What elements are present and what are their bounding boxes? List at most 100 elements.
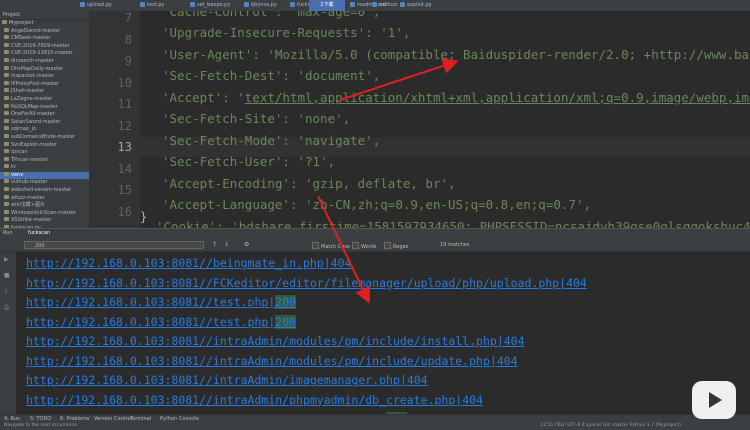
rerun-icon[interactable]: ▶	[4, 256, 11, 263]
tree-item[interactable]: NoSQLMap-master	[0, 103, 89, 112]
run-panel-header: Run fuckscan	[0, 228, 750, 240]
output-row[interactable]: http://192.168.0.103:8081//beingmate_in.…	[26, 256, 351, 270]
tree-item[interactable]: TPscan-master	[0, 156, 89, 165]
tree-item-label: tv	[11, 164, 16, 171]
code-line: 'Accept-Language': 'zh-CN,zh;q=0.9,en-US…	[162, 197, 591, 212]
run-panel-label: Run	[3, 230, 13, 236]
tree-item[interactable]: XSStrike-master	[0, 217, 89, 225]
folder-icon	[4, 42, 9, 47]
print-icon[interactable]: ⎙	[4, 304, 11, 311]
status-info: 13:55 CRLF UTF-8 4 spaces Git: master Py…	[540, 423, 682, 428]
tree-item[interactable]: wiki宝藏+图片	[0, 202, 89, 210]
line-number: 14	[117, 161, 132, 176]
editor-tab[interactable]: exploit.py	[400, 1, 432, 10]
tree-item[interactable]: vulhub-master	[0, 179, 89, 187]
tree-item[interactable]: SatanSword-master	[0, 118, 89, 127]
tree-item-label: wfuzz-master	[11, 194, 45, 201]
editor-tab[interactable]: upload.py	[80, 1, 112, 10]
tree-item-label: venv	[11, 171, 24, 178]
editor-tab[interactable]: bbynsa.py	[244, 1, 277, 10]
header-key: Sec-Fetch-Mode	[169, 132, 275, 148]
status-bar: Navigate to the next occurrence 13:55 CR…	[0, 423, 750, 430]
tree-item[interactable]: LaZagne-master	[0, 95, 89, 104]
tree-item[interactable]: OneForAll-master	[0, 111, 89, 119]
tree-item[interactable]: tv	[0, 164, 89, 172]
code-editor[interactable]: 'Cache-Control': 'max-age=0', 'Upgrade-In…	[140, 11, 750, 228]
tool-window-button[interactable]: Version Control	[94, 416, 132, 422]
stop-icon[interactable]: ■	[4, 272, 11, 279]
tool-window-button[interactable]: 4: Run	[4, 416, 20, 422]
tree-item[interactable]: inspacket-master	[0, 73, 89, 81]
header-key: Sec-Fetch-Dest	[169, 68, 275, 83]
find-options-icon[interactable]: ⚙	[244, 241, 249, 248]
status-code: 404	[566, 275, 587, 290]
header-key: Sec-Fetch-User	[169, 154, 275, 169]
closing-brace: }	[140, 210, 148, 224]
tree-item[interactable]: CVE-2019-7609-master	[0, 42, 89, 51]
output-url[interactable]: http://192.168.0.103:8081//FCKeditor/edi…	[26, 276, 559, 290]
tree-item[interactable]: dirsearch-master	[0, 57, 89, 66]
tool-window-button[interactable]: Terminal	[130, 416, 151, 422]
tree-item[interactable]: WindowsVulnScan-master	[0, 209, 89, 218]
folder-icon	[4, 118, 9, 123]
scroll-down-icon[interactable]: ⇩	[4, 288, 11, 295]
output-url[interactable]: http://192.168.0.103:8081//intraAdmin/mo…	[26, 334, 497, 348]
output-row[interactable]: http://192.168.0.103:8081//intraAdmin/mo…	[26, 354, 518, 368]
regex-checkbox[interactable]: Regex	[384, 242, 408, 250]
folder-icon	[4, 209, 9, 214]
output-row[interactable]: http://192.168.0.103:8081//intraAdmin/ph…	[26, 393, 483, 407]
editor-tab[interactable]: test.py	[140, 1, 164, 10]
output-url[interactable]: http://192.168.0.103:8081//intraAdmin/im…	[26, 373, 400, 387]
tree-item-label: wiki宝藏+图片	[11, 202, 45, 209]
output-row[interactable]: http://192.168.0.103:8081//test.php|200	[26, 314, 297, 329]
tree-item[interactable]: venv	[0, 171, 89, 180]
words-checkbox[interactable]: Words	[352, 242, 376, 250]
project-root[interactable]: Myproject	[0, 20, 89, 28]
editor-tab[interactable]: xssfuzz	[372, 1, 397, 10]
header-value: gzip, deflate, br	[312, 175, 441, 191]
output-url[interactable]: http://192.168.0.103:8081//test.php	[26, 295, 268, 309]
tool-window-button[interactable]: Python Console	[160, 416, 199, 422]
editor-tab[interactable]: set_baopo.py	[190, 1, 230, 10]
tree-item-label: DnsMapDaily-master	[11, 65, 64, 72]
output-row[interactable]: http://192.168.0.103:8081//intraAdmin/mo…	[26, 334, 525, 348]
play-icon	[709, 392, 722, 408]
tree-item[interactable]: tpscan	[0, 149, 89, 157]
find-input[interactable]: 200	[24, 241, 204, 249]
tree-item[interactable]: CMSeek-master	[0, 35, 89, 43]
tree-item[interactable]: CVE-2019-12815-master	[0, 50, 89, 58]
output-row[interactable]: http://192.168.0.103:8081//intraAdmin/im…	[26, 373, 428, 387]
code-line: 'Sec-Fetch-Dest': 'document',	[162, 68, 381, 83]
output-url[interactable]: http://192.168.0.103:8081//test.php	[26, 315, 268, 329]
tree-item[interactable]: IPProxyPool-master	[0, 80, 89, 89]
folder-icon	[2, 20, 7, 24]
folder-icon	[4, 149, 9, 154]
output-url[interactable]: http://192.168.0.103:8081//intraAdmin/ph…	[26, 393, 455, 407]
project-tree-header[interactable]: Project	[0, 11, 89, 20]
output-url[interactable]: http://192.168.0.103:8081//intraAdmin/mo…	[26, 354, 490, 368]
tree-item[interactable]: subDomainsBrute-master	[0, 133, 89, 142]
tree-item[interactable]: sqlmap_jo	[0, 126, 89, 134]
tool-window-button[interactable]: 5: TODO	[30, 416, 51, 422]
tree-item[interactable]: DnsMapDaily-master	[0, 65, 89, 74]
output-url[interactable]: http://192.168.0.103:8081//beingmate_in.…	[26, 256, 324, 270]
tree-item[interactable]: webshell-venom-master	[0, 187, 89, 195]
tool-window-button[interactable]: 6: Problems	[60, 416, 90, 422]
run-output[interactable]: http://192.168.0.103:8081//beingmate_in.…	[16, 252, 750, 414]
output-row[interactable]: http://192.168.0.103:8081//test.php|200	[26, 295, 297, 309]
tree-item[interactable]: SvnExploit-master	[0, 141, 89, 150]
line-number: 7	[124, 11, 132, 25]
prev-occurrence-icon[interactable]: ↑	[212, 241, 217, 248]
folder-icon	[4, 187, 9, 192]
tree-item[interactable]: JShell-master	[0, 88, 89, 96]
header-key: Accept	[169, 89, 215, 105]
next-occurrence-icon[interactable]: ↓	[224, 241, 229, 248]
output-row[interactable]: http://192.168.0.103:8081//FCKeditor/edi…	[26, 276, 587, 290]
tree-item-label: SvnExploit-master	[11, 141, 57, 148]
run-tab-fuckscan[interactable]: fuckscan	[28, 230, 50, 236]
tree-item[interactable]: AngelSword-master	[0, 27, 89, 36]
tree-item-label: LaZagne-master	[11, 95, 53, 102]
tree-item-label: NoSQLMap-master	[11, 103, 58, 110]
match-case-checkbox[interactable]: Match Case	[312, 242, 350, 250]
line-number: 13	[117, 140, 132, 154]
